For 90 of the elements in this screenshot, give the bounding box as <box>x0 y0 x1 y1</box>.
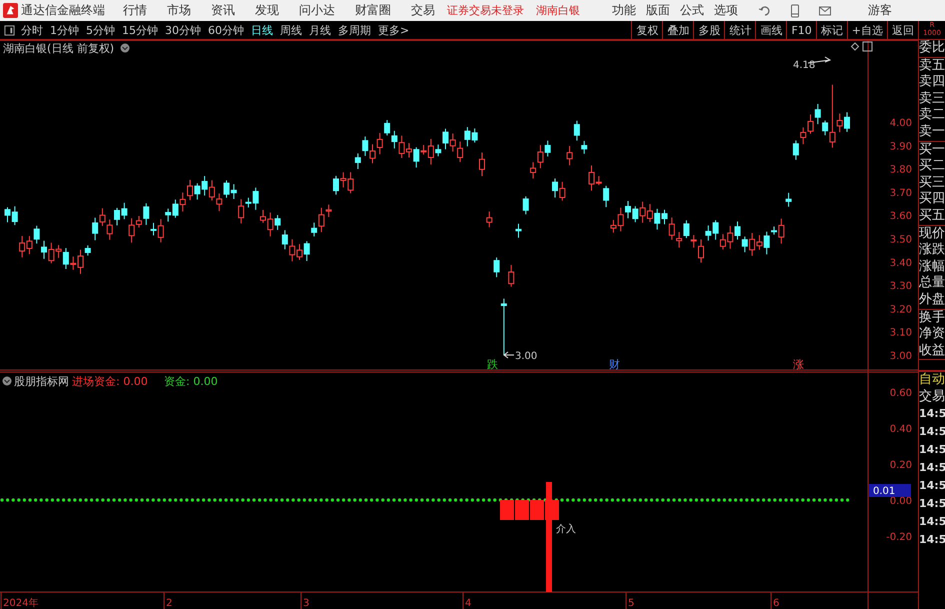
quote-label: 现价 <box>919 226 945 242</box>
refresh-icon[interactable] <box>758 4 772 18</box>
login-status-text[interactable]: 证券交易未登录 <box>447 3 524 18</box>
quote-label: 净资 <box>919 326 945 343</box>
price-axis-label: 3.20 <box>890 304 912 316</box>
quote-label: 买二 <box>919 158 945 175</box>
quote-label: 卖一 <box>919 124 945 141</box>
period-tab[interactable]: 1分钟 <box>50 22 79 38</box>
date-axis-label: 2024年 <box>3 598 38 609</box>
period-tab[interactable]: 月线 <box>309 22 331 38</box>
event-marker: 涨 <box>793 358 804 371</box>
indicator-axis-label: 0.60 <box>890 388 912 399</box>
quote-label: 收益 <box>919 342 945 360</box>
period-tab[interactable]: 多周期 <box>338 22 371 38</box>
price-axis-label: 3.10 <box>890 328 912 339</box>
mail-icon[interactable] <box>818 4 832 18</box>
price-axis-label: 4.00 <box>890 118 912 129</box>
period-tab[interactable]: 日线 <box>251 22 273 38</box>
user-label[interactable]: 游客 <box>868 2 892 19</box>
high-price-label: 4.18 <box>793 60 816 71</box>
toolbar-menu-item[interactable]: 公式 <box>680 2 704 19</box>
price-axis-label: 3.40 <box>890 258 912 269</box>
quote-label: 总量 <box>919 275 945 292</box>
event-marker: 跌 <box>487 358 498 371</box>
event-marker: 财 <box>609 358 620 371</box>
menu-item[interactable]: 交易 <box>411 2 435 19</box>
login-status-text[interactable]: 湖南白银 <box>536 3 580 18</box>
panel-toggle-icon[interactable] <box>4 24 15 36</box>
quote-label: 卖二 <box>919 107 945 124</box>
dropdown-icon[interactable] <box>120 44 130 52</box>
low-price-label: 3.00 <box>515 351 538 362</box>
quote-label: 委比 <box>919 40 945 57</box>
phone-icon[interactable] <box>788 4 802 18</box>
toolbar-menu-item[interactable]: 功能 <box>612 2 636 19</box>
menu-item[interactable]: 发现 <box>255 2 279 19</box>
app-logo-icon <box>3 3 18 18</box>
low-price-arrow <box>503 352 514 358</box>
price-axis-label: 3.00 <box>890 351 912 362</box>
indicator-name: 股朋指标网 <box>14 375 69 388</box>
indicator-axis-label: -0.20 <box>886 532 912 543</box>
period-tab[interactable]: 5分钟 <box>86 22 115 38</box>
price-axis-label: 3.50 <box>890 234 912 246</box>
app-title: 通达信金融终端 <box>21 2 105 19</box>
diamond-icon[interactable] <box>850 42 860 51</box>
signal-label: 介入 <box>556 524 576 535</box>
panel-toggle-icon[interactable] <box>862 42 872 52</box>
date-axis-label: 5 <box>628 598 634 609</box>
date-axis-label: 2 <box>166 598 172 609</box>
period-tab[interactable]: 周线 <box>280 22 302 38</box>
price-axis-label: 3.90 <box>890 141 912 152</box>
quote-label: 卖四 <box>919 74 945 91</box>
indicator-reading: 进场资金: 0.00 <box>72 375 148 388</box>
quote-label: 涨跌 <box>919 242 945 259</box>
price-axis-label: 3.30 <box>890 281 912 292</box>
quote-label: 外盘 <box>919 292 945 308</box>
toolbar-menu-item[interactable]: 选项 <box>714 2 738 19</box>
indicator-reading: 资金: 0.00 <box>164 375 218 388</box>
period-tab[interactable]: 15分钟 <box>122 22 158 38</box>
indicator-axis-label: 0.00 <box>890 496 912 507</box>
period-tab[interactable]: 60分钟 <box>208 22 244 38</box>
menu-item[interactable]: 行情 <box>123 2 147 19</box>
price-axis-label: 3.70 <box>890 188 912 199</box>
period-tab[interactable]: 更多> <box>378 22 410 38</box>
quote-label: 买三 <box>919 174 945 192</box>
indicator-axis-label: 0.40 <box>890 424 912 435</box>
menu-item[interactable]: 问小达 <box>299 2 335 19</box>
period-tab[interactable]: 30分钟 <box>165 22 201 38</box>
menu-item[interactable]: 市场 <box>167 2 191 19</box>
quote-label: 换手 <box>919 310 945 326</box>
cursor-value-label: 0.01 <box>873 486 896 497</box>
indicator-axis-label: 0.20 <box>890 460 912 471</box>
quote-label: 买五 <box>919 208 945 225</box>
menu-item[interactable]: 资讯 <box>211 2 235 19</box>
quote-label: 买一 <box>919 142 945 158</box>
toolbar-menu-item[interactable]: 版面 <box>646 2 670 19</box>
price-axis-label: 3.60 <box>890 211 912 222</box>
menu-item[interactable]: 财富圈 <box>355 2 391 19</box>
period-tab[interactable]: 分时 <box>21 22 43 38</box>
quote-label: 卖五 <box>919 58 945 74</box>
quote-label: 卖三 <box>919 90 945 107</box>
trade-label: 交易 <box>919 388 945 406</box>
quote-label: 涨幅 <box>919 258 945 276</box>
trade-label: 自动 <box>919 372 945 389</box>
chart-title: 湖南白银(日线 前复权) <box>3 42 114 55</box>
date-axis-label: 4 <box>465 598 472 609</box>
price-axis-label: 3.80 <box>890 164 912 176</box>
dropdown-icon[interactable] <box>2 376 12 386</box>
quote-label: 买四 <box>919 191 945 208</box>
date-axis-label: 3 <box>303 598 310 609</box>
date-axis-label: 6 <box>773 598 780 609</box>
